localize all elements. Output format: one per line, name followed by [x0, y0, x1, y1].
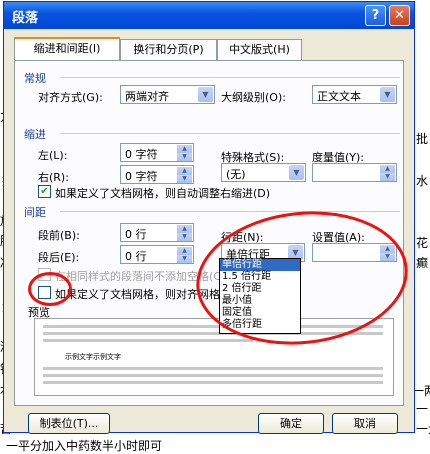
help-button[interactable]: ?	[365, 5, 386, 26]
indent-right-label: 右(R):	[38, 171, 69, 184]
tab-line-page-breaks[interactable]: 换行和分页(P)	[120, 39, 217, 60]
spin-up-icon[interactable]: ▲	[380, 165, 395, 173]
tab-indent-spacing[interactable]: 缩进和间距(I)	[14, 37, 120, 60]
space-before-spinner[interactable]: 0 行 ▲ ▼	[120, 223, 194, 242]
tab-asian-typography[interactable]: 中文版式(H)	[217, 39, 302, 60]
divider	[60, 77, 400, 78]
indent-left-label: 左(L):	[38, 149, 68, 162]
space-after-value: 0 行	[125, 250, 147, 263]
doc-text: 一平分加入中药数半小时即可	[6, 439, 163, 453]
ok-button[interactable]: 确定	[258, 413, 324, 434]
preview-line	[43, 381, 383, 384]
spin-down-icon[interactable]: ▼	[380, 173, 395, 181]
tabs-button[interactable]: 制表位(T)...	[28, 413, 110, 434]
preview-line	[43, 367, 383, 370]
doc-text: 一	[416, 402, 429, 416]
doc-text: 花	[416, 236, 429, 250]
doc-text: 一大	[416, 422, 430, 436]
indent-by-spinner[interactable]: ▲ ▼	[312, 163, 397, 182]
outline-level-select[interactable]: 正文文本 ▼	[312, 85, 397, 104]
auto-right-indent-label: 如果定义了文档网格，则自动调整右缩进(D)	[55, 187, 271, 200]
auto-right-indent-checkbox[interactable]: ✔	[38, 185, 51, 198]
spin-up-icon[interactable]: ▲	[177, 225, 192, 233]
doc-text: 水	[416, 174, 429, 188]
close-button[interactable]: ✕	[389, 5, 410, 26]
special-indent-select[interactable]: (无) ▼	[221, 163, 306, 182]
spin-down-icon[interactable]: ▼	[177, 153, 192, 161]
outline-level-label: 大纲级别(O):	[221, 91, 286, 104]
spin-down-icon[interactable]: ▼	[177, 255, 192, 263]
annotation-circle-grid-checkbox	[28, 272, 72, 306]
divider	[60, 211, 400, 212]
doc-text: 批	[416, 132, 429, 146]
chevron-down-icon[interactable]: ▼	[198, 87, 213, 102]
spin-up-icon[interactable]: ▲	[177, 167, 192, 175]
alignment-value: 两端对齐	[125, 90, 169, 103]
spin-down-icon[interactable]: ▼	[177, 233, 192, 241]
alignment-select[interactable]: 两端对齐 ▼	[120, 85, 215, 104]
space-before-value: 0 行	[125, 228, 147, 241]
cancel-button[interactable]: 取消	[332, 413, 398, 434]
section-general: 常规	[24, 72, 46, 85]
outline-level-value: 正文文本	[317, 90, 361, 103]
chevron-down-icon[interactable]: ▼	[289, 165, 304, 180]
preview-sample-text: 示例文字示例文字	[65, 353, 121, 361]
preview-line	[43, 374, 383, 377]
doc-text: 癫	[416, 256, 429, 270]
preview-line	[43, 339, 253, 342]
spin-up-icon[interactable]: ▲	[177, 145, 192, 153]
indent-left-value: 0 字符	[125, 148, 158, 161]
space-before-label: 段前(B):	[38, 229, 80, 242]
special-indent-value: (无)	[226, 168, 246, 181]
spin-down-icon[interactable]: ▼	[177, 175, 192, 183]
alignment-label: 对齐方式(G):	[38, 91, 103, 104]
indent-right-value: 0 字符	[125, 170, 158, 183]
space-after-label: 段后(E):	[38, 251, 80, 264]
dialog-title: 段落	[12, 11, 39, 26]
close-icon: ✕	[394, 8, 405, 23]
help-icon: ?	[371, 8, 380, 23]
space-after-spinner[interactable]: 0 行 ▲ ▼	[120, 245, 194, 264]
indent-left-spinner[interactable]: 0 字符 ▲ ▼	[120, 143, 194, 162]
section-spacing: 间距	[24, 206, 46, 219]
indent-right-spinner[interactable]: 0 字符 ▲ ▼	[120, 165, 194, 184]
chevron-down-icon[interactable]: ▼	[380, 87, 395, 102]
divider	[60, 133, 400, 134]
section-indentation: 缩进	[24, 128, 46, 141]
spin-up-icon[interactable]: ▲	[177, 247, 192, 255]
title-bar[interactable]: 段落 ? ✕	[4, 2, 414, 29]
